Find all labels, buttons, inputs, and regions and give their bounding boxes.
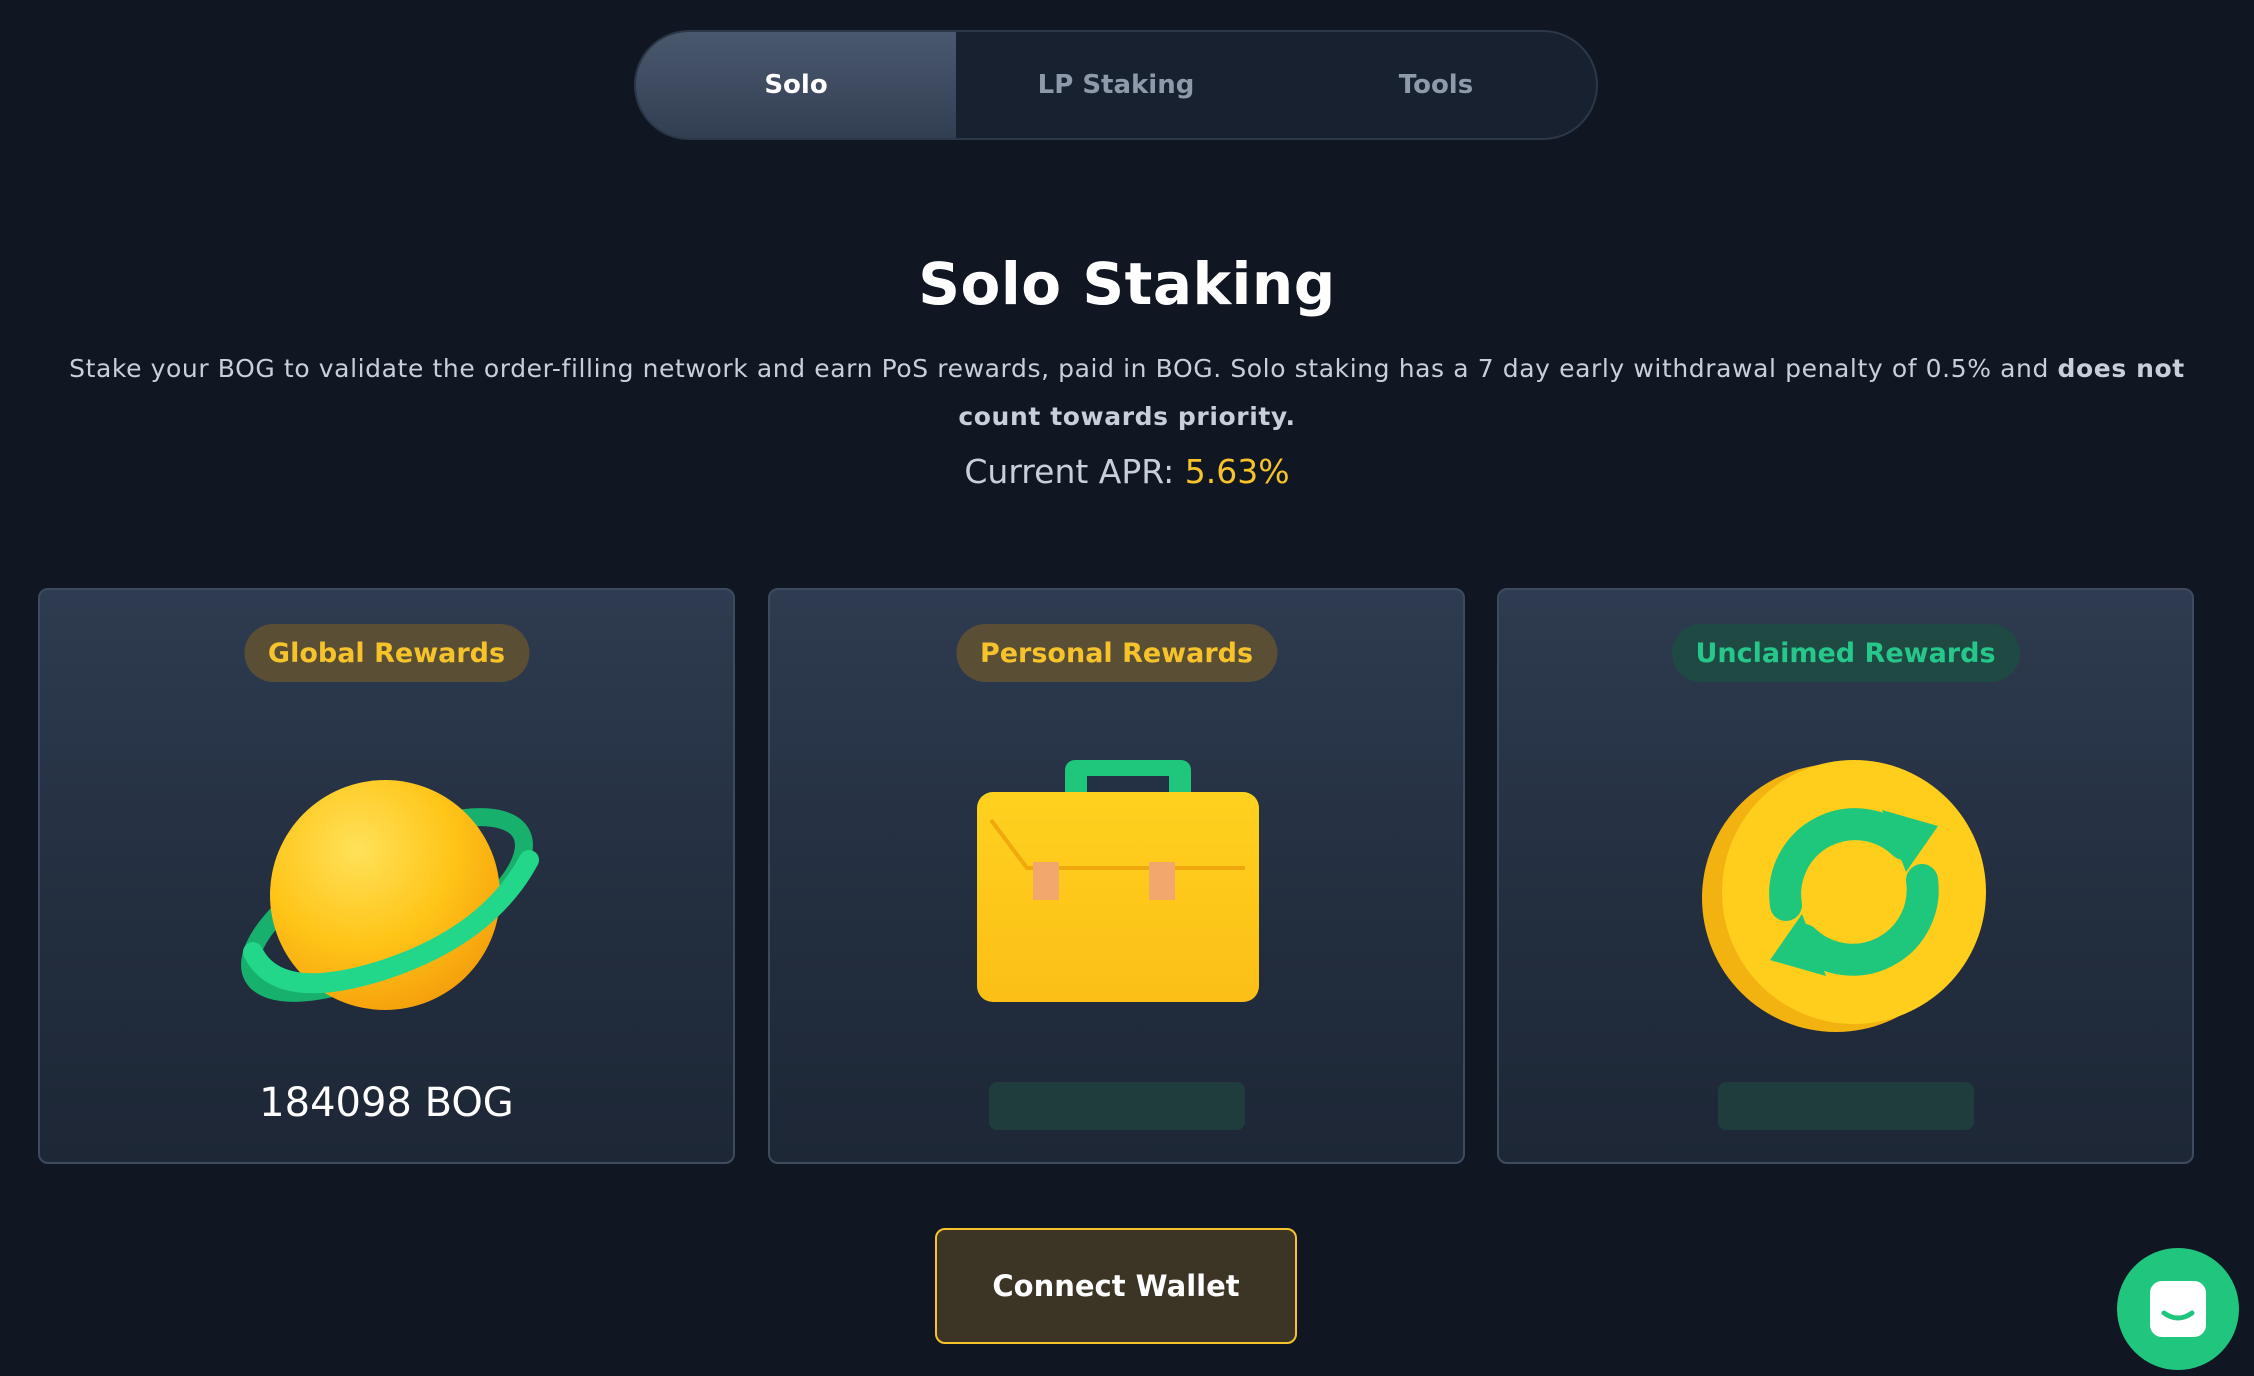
chat-widget-button[interactable] xyxy=(2117,1248,2239,1370)
briefcase-icon xyxy=(976,760,1259,1002)
refresh-coin-icon xyxy=(1701,760,1986,1032)
personal-rewards-badge: Personal Rewards xyxy=(955,624,1278,682)
page-title: Solo Staking xyxy=(918,250,1336,318)
global-rewards-amount: 184098 BOG xyxy=(259,1080,514,1126)
global-rewards-badge: Global Rewards xyxy=(243,624,530,682)
unclaimed-rewards-badge: Unclaimed Rewards xyxy=(1671,624,2020,682)
unclaimed-rewards-loading xyxy=(1717,1082,1974,1130)
personal-rewards-loading xyxy=(988,1082,1245,1130)
apr-label: Current APR: xyxy=(964,452,1185,491)
tab-lp-staking[interactable]: LP Staking xyxy=(956,32,1276,138)
staking-tabs: Solo LP Staking Tools xyxy=(634,30,1598,140)
global-rewards-card: Global Rewards 184098 BOG xyxy=(38,588,735,1164)
planet-icon xyxy=(240,780,539,1010)
chat-bubble-icon xyxy=(2150,1281,2206,1337)
current-apr: Current APR: 5.63% xyxy=(0,452,2254,491)
staking-description: Stake your BOG to validate the order-fil… xyxy=(40,345,2214,441)
tab-tools[interactable]: Tools xyxy=(1276,32,1596,138)
description-text: Stake your BOG to validate the order-fil… xyxy=(69,354,2058,383)
apr-value: 5.63% xyxy=(1184,452,1290,491)
unclaimed-rewards-card: Unclaimed Rewards xyxy=(1497,588,2194,1164)
staking-page: Solo LP Staking Tools Solo Staking Stake… xyxy=(0,0,2254,1376)
connect-wallet-button[interactable]: Connect Wallet xyxy=(935,1228,1297,1344)
tab-solo[interactable]: Solo xyxy=(636,32,956,138)
personal-rewards-card: Personal Rewards xyxy=(768,588,1465,1164)
